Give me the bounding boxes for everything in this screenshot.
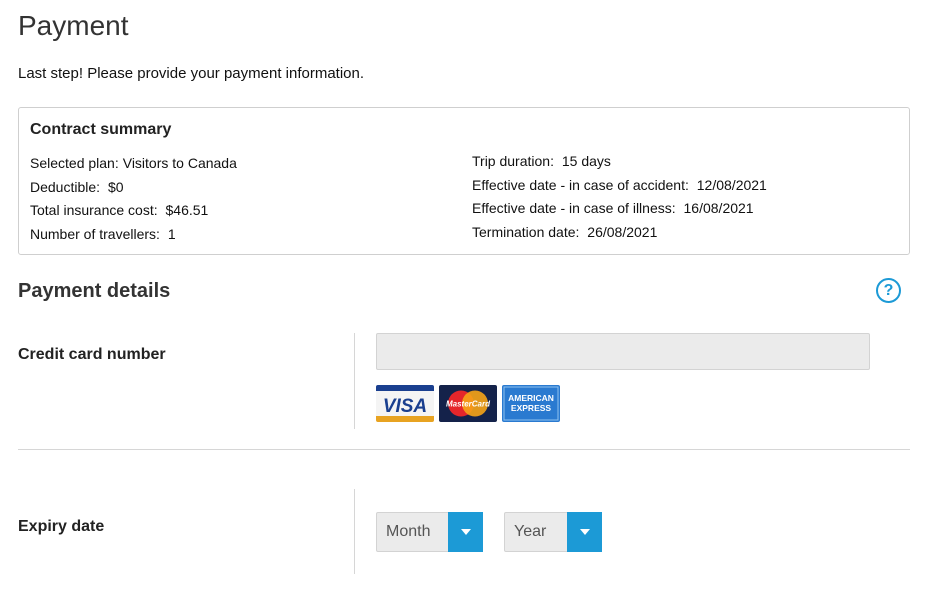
- visa-logo: VISA: [376, 385, 434, 422]
- credit-card-number-input[interactable]: [376, 333, 870, 370]
- summary-label: Total insurance cost:: [30, 202, 158, 218]
- summary-row-accident-date: Effective date - in case of accident: 12…: [472, 176, 767, 200]
- payment-details-title: Payment details: [18, 280, 171, 302]
- credit-card-label: Credit card number: [18, 346, 166, 363]
- contract-summary-heading: Contract summary: [30, 121, 172, 138]
- intro-text: Last step! Please provide your payment i…: [18, 65, 365, 82]
- summary-row-travellers: Number of travellers: 1: [30, 225, 237, 249]
- summary-value: $0: [107, 178, 124, 195]
- summary-label: Termination date:: [472, 223, 580, 240]
- summary-label: Effective date - in case of accident:: [472, 176, 689, 193]
- summary-label: Number of travellers:: [30, 225, 160, 242]
- summary-value: 12/08/2021: [696, 176, 767, 193]
- vertical-divider: [354, 333, 355, 429]
- vertical-divider: [354, 489, 355, 574]
- summary-label: Selected plan:: [30, 155, 119, 171]
- summary-value: $46.51: [165, 202, 209, 218]
- summary-value: 26/08/2021: [587, 223, 658, 240]
- expiry-date-label: Expiry date: [18, 518, 105, 535]
- amex-logo-text: AMERICAN EXPRESS: [508, 393, 554, 413]
- amex-logo: AMERICAN EXPRESS: [502, 385, 560, 422]
- visa-logo-text: VISA: [383, 396, 427, 417]
- summary-value: 15 days: [561, 153, 611, 169]
- summary-row-termination-date: Termination date: 26/08/2021: [472, 223, 767, 247]
- summary-label: Deductible:: [30, 178, 101, 195]
- summary-right-column: Trip duration: 15 days Effective date - …: [472, 152, 767, 246]
- summary-value: Visitors to Canada: [122, 155, 237, 171]
- summary-label: Effective date - in case of illness:: [472, 200, 676, 216]
- summary-row-plan: Selected plan: Visitors to Canada: [30, 154, 237, 178]
- expiry-month-value: Month: [386, 523, 431, 540]
- summary-value: 16/08/2021: [683, 200, 754, 216]
- section-divider: [18, 449, 910, 450]
- summary-row-trip-duration: Trip duration: 15 days: [472, 152, 767, 176]
- expiry-month-select[interactable]: Month: [376, 512, 483, 552]
- summary-left-column: Selected plan: Visitors to Canada Deducti…: [30, 154, 237, 248]
- page-title: Payment: [18, 10, 129, 41]
- accepted-cards: VISA MasterCard AMERICAN EXPRESS: [376, 385, 560, 422]
- summary-row-illness-date: Effective date - in case of illness: 16/…: [472, 199, 767, 223]
- summary-label: Trip duration:: [472, 153, 554, 169]
- summary-row-deductible: Deductible: $0: [30, 178, 237, 202]
- help-icon[interactable]: ?: [876, 278, 901, 303]
- expiry-year-value: Year: [514, 523, 547, 540]
- mastercard-logo: MasterCard: [439, 385, 497, 422]
- chevron-down-icon[interactable]: [567, 512, 602, 552]
- mastercard-logo-text: MasterCard: [446, 400, 491, 409]
- expiry-year-select[interactable]: Year: [504, 512, 602, 552]
- summary-value: 1: [167, 225, 176, 242]
- summary-row-total-cost: Total insurance cost: $46.51: [30, 201, 237, 225]
- chevron-down-icon[interactable]: [448, 512, 483, 552]
- contract-summary-box: Contract summary Selected plan: Visitors …: [18, 107, 910, 255]
